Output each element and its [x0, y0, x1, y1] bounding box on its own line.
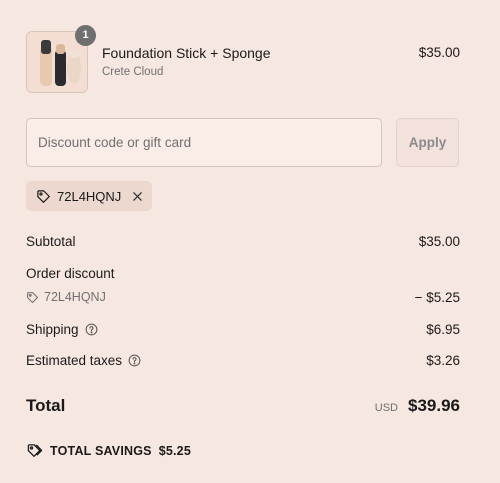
taxes-help-icon[interactable]: [128, 354, 141, 367]
savings-value: $5.25: [158, 443, 191, 458]
quantity-badge: 1: [75, 25, 96, 46]
line-item: 1 Foundation Stick + Sponge Crete Cloud …: [26, 25, 460, 94]
order-discount-code: 72L4HQNJ: [44, 290, 106, 304]
applied-discount-chip: 72L4HQNJ: [26, 181, 152, 211]
product-price: $35.00: [418, 45, 460, 60]
product-name: Foundation Stick + Sponge: [102, 45, 271, 61]
discount-code-input[interactable]: [26, 118, 382, 167]
shipping-help-icon[interactable]: [85, 323, 98, 336]
order-discount-code-wrap: 72L4HQNJ: [26, 290, 106, 304]
order-discount-value: − $5.25: [414, 290, 460, 305]
shipping-value: $6.95: [426, 322, 460, 337]
currency-code: USD: [374, 402, 398, 414]
remove-discount-icon[interactable]: [130, 189, 144, 203]
taxes-label-wrap: Estimated taxes: [26, 353, 141, 368]
shipping-label-wrap: Shipping: [26, 322, 98, 337]
total-value: $39.96: [408, 396, 460, 415]
taxes-label: Estimated taxes: [26, 353, 123, 368]
total-label: Total: [26, 396, 66, 415]
applied-discount-code: 72L4HQNJ: [57, 188, 122, 204]
subtotal-label: Subtotal: [26, 234, 76, 249]
order-summary: 1 Foundation Stick + Sponge Crete Cloud …: [26, 0, 460, 483]
savings-tag-icon: [27, 444, 43, 457]
total-savings: TOTAL SAVINGS $5.25: [26, 443, 191, 458]
apply-discount-button[interactable]: Apply: [396, 118, 459, 167]
shipping-label: Shipping: [26, 322, 79, 337]
subtotal-value: $35.00: [418, 234, 460, 249]
tag-icon: [36, 189, 51, 204]
taxes-value: $3.26: [426, 353, 460, 368]
product-variant: Crete Cloud: [102, 66, 164, 78]
discount-tag-icon: [27, 291, 39, 303]
order-discount-label: Order discount: [26, 266, 115, 281]
savings-label: TOTAL SAVINGS: [50, 443, 152, 458]
